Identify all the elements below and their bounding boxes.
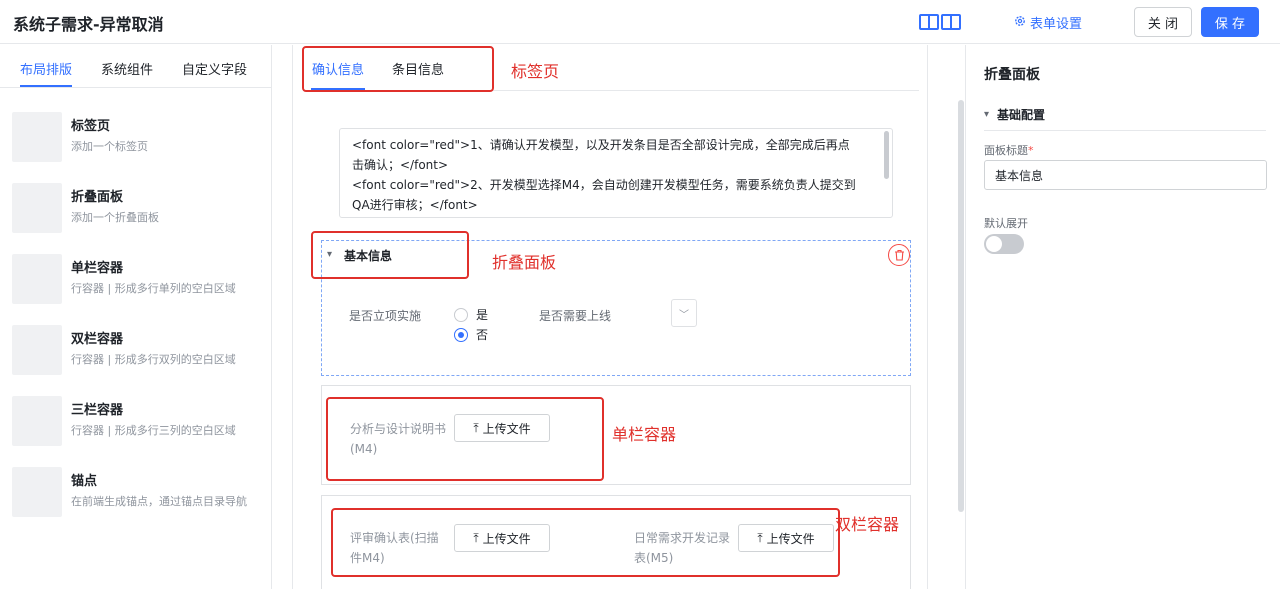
form-settings-button[interactable]: 表单设置 — [1014, 13, 1082, 32]
component-tabs-item[interactable]: 标签页 添加一个标签页 — [12, 112, 262, 164]
annotation-label-double: 双栏容器 — [835, 515, 900, 534]
properties-panel: 折叠面板 ▾ 基础配置 面板标题* 默认展开 — [965, 45, 1280, 589]
save-button[interactable]: 保 存 — [1201, 7, 1259, 37]
radio-circle — [454, 307, 468, 322]
annotation-label-collapse: 折叠面板 — [492, 253, 557, 272]
properties-title: 折叠面板 — [984, 67, 1040, 83]
component-thumbnail — [12, 467, 62, 517]
basic-config-section[interactable]: ▾ 基础配置 — [984, 106, 1045, 123]
component-name: 锚点 — [71, 474, 98, 489]
note-line: QA进行审核；</font> — [352, 198, 478, 212]
component-desc: 行容器 | 形成多行双列的空白区域 — [71, 353, 236, 366]
panel-title-label: 面板标题* — [984, 144, 1034, 157]
divider — [984, 130, 1266, 131]
annotation-box-double — [331, 508, 840, 577]
annotation-label-single: 单栏容器 — [612, 425, 677, 444]
component-desc: 在前端生成锚点，通过锚点目录导航 — [71, 495, 247, 508]
radio-label: 是 — [476, 308, 489, 322]
close-button[interactable]: 关 闭 — [1134, 7, 1192, 37]
component-thumbnail — [12, 254, 62, 304]
top-bar: 系统子需求-异常取消 表单设置 关 闭 保 存 — [0, 0, 1280, 44]
component-desc: 行容器 | 形成多行单列的空白区域 — [71, 282, 236, 295]
component-name: 标签页 — [71, 119, 111, 134]
component-double-column-item[interactable]: 双栏容器 行容器 | 形成多行双列的空白区域 — [12, 325, 262, 377]
component-tabs: 布局排版 系统组件 自定义字段 — [0, 45, 271, 88]
component-name: 双栏容器 — [71, 332, 124, 347]
note-line: <font color="red">1、请确认开发模型，以及开发条目是否全部设计… — [352, 138, 850, 152]
section-title: 基础配置 — [997, 108, 1046, 122]
component-thumbnail — [12, 183, 62, 233]
component-single-column-item[interactable]: 单栏容器 行容器 | 形成多行单列的空白区域 — [12, 254, 262, 306]
active-tab-indicator — [20, 85, 72, 87]
radio-label: 否 — [476, 328, 489, 342]
gear-icon — [1014, 15, 1026, 31]
component-name: 折叠面板 — [71, 190, 124, 205]
component-thumbnail — [12, 112, 62, 162]
panel-title-input[interactable] — [984, 160, 1267, 190]
chevron-down-icon: ▾ — [984, 109, 990, 120]
page-title: 系统子需求-异常取消 — [13, 15, 164, 34]
default-expand-label: 默认展开 — [984, 217, 1028, 230]
tab-system-components[interactable]: 系统组件 — [101, 59, 153, 78]
component-collapse-item[interactable]: 折叠面板 添加一个折叠面板 — [12, 183, 262, 235]
annotation-box-single — [326, 397, 604, 481]
layout-toggle-icon[interactable] — [919, 14, 961, 30]
component-panel: 布局排版 系统组件 自定义字段 标签页 添加一个标签页 折叠面板 添加一个折叠面… — [0, 45, 272, 589]
form-settings-label: 表单设置 — [1030, 17, 1083, 32]
component-desc: 行容器 | 形成多行三列的空白区域 — [71, 424, 236, 437]
chevron-down-icon[interactable]: ﹀ — [671, 299, 697, 327]
annotation-box-collapse — [311, 231, 469, 279]
scrollbar[interactable] — [884, 131, 889, 179]
field-label: 是否立项实施 — [349, 309, 422, 323]
component-thumbnail — [12, 325, 62, 375]
annotation-box-tabs — [302, 46, 494, 92]
trash-icon[interactable] — [888, 244, 910, 266]
note-line: 击确认；</font> — [352, 158, 449, 172]
component-name: 三栏容器 — [71, 403, 124, 418]
component-desc: 添加一个折叠面板 — [71, 211, 159, 224]
note-line: <font color="red">2、开发模型选择M4，会自动创建开发模型任务… — [352, 178, 856, 192]
component-desc: 添加一个标签页 — [71, 140, 148, 153]
instruction-textarea[interactable]: <font color="red">1、请确认开发模型，以及开发条目是否全部设计… — [339, 128, 893, 218]
tab-layout[interactable]: 布局排版 — [20, 59, 72, 78]
radio-no[interactable]: 否 — [454, 326, 488, 343]
component-anchor-item[interactable]: 锚点 在前端生成锚点，通过锚点目录导航 — [12, 467, 262, 519]
field-label: 是否需要上线 — [539, 309, 612, 323]
tab-custom-fields[interactable]: 自定义字段 — [182, 59, 247, 78]
radio-circle-selected — [454, 327, 468, 342]
annotation-label-tabs: 标签页 — [511, 62, 560, 81]
radio-yes[interactable]: 是 — [454, 306, 488, 323]
component-name: 单栏容器 — [71, 261, 124, 276]
component-thumbnail — [12, 396, 62, 446]
default-expand-toggle[interactable] — [984, 234, 1024, 254]
component-triple-column-item[interactable]: 三栏容器 行容器 | 形成多行三列的空白区域 — [12, 396, 262, 448]
canvas-scrollbar[interactable] — [958, 100, 964, 512]
